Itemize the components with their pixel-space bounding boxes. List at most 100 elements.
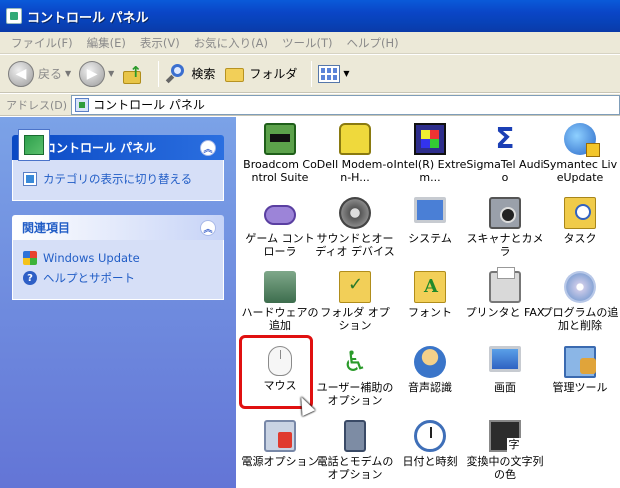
toolbar-separator — [158, 60, 160, 87]
title-bar: コントロール パネル — [0, 0, 620, 32]
task-pane: コントロール パネル ︽ カテゴリの表示に切り替える 関連項目 ︽ Window… — [0, 117, 236, 488]
clock-icon — [414, 420, 446, 452]
forward-dropdown-icon[interactable]: ▼ — [108, 69, 114, 78]
item-label: タスク — [563, 232, 597, 245]
folders-icon — [223, 65, 245, 83]
item-label: ユーザー補助のオプション — [316, 381, 394, 407]
menu-edit[interactable]: 編集(E) — [80, 35, 133, 51]
toolbar-separator — [311, 60, 313, 87]
address-value: コントロール パネル — [93, 98, 205, 112]
globe-update-icon — [564, 123, 600, 157]
windows-update-icon — [23, 251, 37, 265]
item-administrative-tools[interactable]: 管理ツール — [540, 346, 620, 394]
control-panel-items: Broadcom Control Suite Dell Modem-on-H..… — [236, 117, 620, 488]
control-panel-section-header[interactable]: コントロール パネル ︽ — [12, 129, 224, 161]
control-panel-window-icon — [6, 8, 22, 24]
item-label: スキャナとカメラ — [466, 232, 544, 258]
related-links-body: Windows Update ? ヘルプとサポート — [12, 240, 224, 300]
related-links-title: 関連項目 — [22, 221, 71, 235]
menu-file[interactable]: ファイル(F) — [4, 35, 80, 51]
item-printers-fax[interactable]: プリンタと FAX — [465, 267, 545, 319]
camera-icon — [489, 197, 521, 229]
item-label: Intel(R) Extrem... — [393, 158, 467, 184]
menu-favorites[interactable]: お気に入り(A) — [187, 35, 275, 51]
item-label: フォント — [408, 306, 452, 319]
item-date-time[interactable]: 日付と時刻 — [390, 420, 470, 468]
scheduled-tasks-icon — [564, 197, 596, 229]
item-scheduled-tasks[interactable]: タスク — [540, 197, 620, 245]
collapse-chevron-icon[interactable]: ︽ — [200, 220, 216, 236]
category-view-icon — [23, 172, 37, 186]
related-links-header[interactable]: 関連項目 ︽ — [12, 215, 224, 240]
switch-to-category-view-label: カテゴリの表示に切り替える — [43, 172, 193, 186]
views-button[interactable]: ▼ — [318, 64, 350, 83]
back-arrow-icon: ◀ — [8, 60, 34, 87]
item-dell-modem[interactable]: Dell Modem-on-H... — [315, 123, 395, 184]
switch-to-category-view-link[interactable]: カテゴリの表示に切り替える — [23, 171, 213, 187]
item-label: ゲーム コントローラ — [245, 232, 315, 258]
menu-tools[interactable]: ツール(T) — [275, 35, 340, 51]
speech-icon — [414, 346, 446, 378]
item-label: 電話とモデムのオプション — [316, 455, 394, 481]
menu-help[interactable]: ヘルプ(H) — [340, 35, 406, 51]
item-speech[interactable]: 音声認識 — [390, 346, 470, 394]
folders-label: フォルダ — [249, 67, 298, 81]
sigmatel-icon: Σ — [495, 122, 515, 155]
item-sound-audio-devices[interactable]: サウンドとオーディオ デバイス — [315, 197, 395, 258]
collapse-chevron-icon[interactable]: ︽ — [200, 140, 216, 156]
item-sigmatel-audio[interactable]: Σ SigmaTel Audio — [465, 122, 545, 185]
ime-color-icon — [489, 420, 521, 452]
item-add-hardware[interactable]: ハードウェアの追加 — [240, 271, 320, 332]
control-panel-icon — [18, 129, 50, 161]
forward-arrow-icon: ▶ — [79, 60, 106, 87]
folders-button[interactable]: フォルダ — [223, 65, 297, 83]
views-dropdown-icon[interactable]: ▼ — [343, 69, 349, 78]
search-button[interactable]: 検索 — [165, 63, 215, 85]
speaker-icon — [339, 197, 371, 229]
phone-modem-icon — [344, 420, 366, 452]
help-and-support-label: ヘルプとサポート — [43, 271, 135, 285]
item-fonts[interactable]: フォント — [390, 271, 470, 319]
item-folder-options[interactable]: フォルダ オプション — [315, 271, 395, 332]
menu-view[interactable]: 表示(V) — [133, 35, 187, 51]
item-add-remove-programs[interactable]: プログラムの追加と削除 — [540, 271, 620, 332]
network-card-icon — [264, 123, 296, 155]
fonts-folder-icon — [414, 271, 446, 303]
item-label: 変換中の文字列の色 — [466, 455, 544, 481]
item-intel-extreme[interactable]: Intel(R) Extrem... — [390, 123, 470, 184]
item-scanners-cameras[interactable]: スキャナとカメラ — [465, 197, 545, 258]
item-phone-modem-options[interactable]: 電話とモデムのオプション — [315, 420, 395, 481]
folder-options-icon — [339, 271, 371, 303]
item-symantec-liveupdate[interactable]: Symantec LiveUpdate — [540, 123, 620, 184]
printer-icon — [489, 267, 521, 303]
item-label: SigmaTel Audio — [466, 158, 544, 184]
item-game-controllers[interactable]: ゲーム コントローラ — [240, 197, 320, 258]
windows-update-link[interactable]: Windows Update — [23, 251, 213, 265]
back-label: 戻る — [38, 67, 63, 81]
control-panel-icon — [75, 97, 90, 112]
related-links-section: 関連項目 ︽ Windows Update ? ヘルプとサポート — [12, 215, 224, 300]
address-input[interactable]: コントロール パネル — [71, 94, 620, 115]
item-label: ハードウェアの追加 — [241, 306, 319, 332]
item-ime-color[interactable]: 変換中の文字列の色 — [465, 420, 545, 481]
item-display[interactable]: 画面 — [465, 346, 545, 394]
add-hardware-icon — [264, 271, 296, 303]
help-and-support-link[interactable]: ? ヘルプとサポート — [23, 270, 213, 286]
back-button[interactable]: ◀ 戻る ▼ — [8, 60, 71, 87]
power-options-icon — [264, 420, 296, 452]
item-label: Dell Modem-on-H... — [316, 158, 394, 184]
admin-tools-icon — [564, 346, 596, 378]
item-label: 管理ツール — [552, 381, 608, 394]
help-icon: ? — [23, 271, 37, 285]
views-icon — [318, 64, 341, 83]
item-broadcom[interactable]: Broadcom Control Suite — [240, 123, 320, 184]
gamepad-icon — [264, 205, 296, 225]
item-accessibility-options[interactable]: ♿ ユーザー補助のオプション — [315, 345, 395, 408]
back-dropdown-icon[interactable]: ▼ — [65, 69, 71, 78]
forward-button[interactable]: ▶ ▼ — [79, 60, 114, 87]
item-power-options[interactable]: 電源オプション — [240, 420, 320, 468]
control-panel-section-title: コントロール パネル — [44, 141, 157, 155]
up-folder-button[interactable]: ↑ — [122, 63, 144, 85]
item-system[interactable]: システム — [390, 197, 470, 245]
accessibility-icon: ♿ — [342, 345, 368, 378]
